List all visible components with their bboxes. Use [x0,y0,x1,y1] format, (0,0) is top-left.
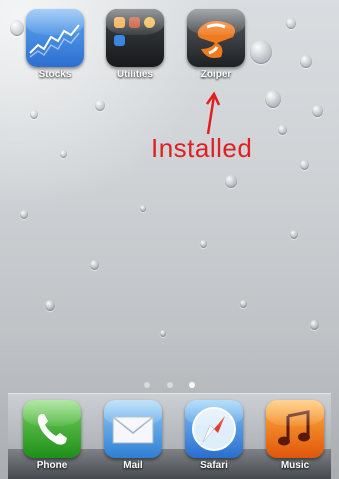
installed-annotation: Installed [151,133,253,163]
app-utilities-folder[interactable]: Utilities [104,9,166,80]
app-label: Phone [36,460,68,471]
dock-app-safari[interactable]: Safari [183,400,245,471]
music-icon [266,400,324,458]
app-label: Mail [123,460,143,471]
safari-icon [185,400,243,458]
page-dot-active [188,382,195,388]
app-stocks[interactable]: Stocks [24,9,86,80]
app-label: Safari [200,460,228,471]
dock-app-music[interactable]: Music [264,400,326,471]
home-screen: Stocks Utilities Zoiper Installed Phone … [0,0,339,479]
app-zoiper[interactable]: Zoiper [185,9,247,80]
dock-app-phone[interactable]: Phone [21,400,83,471]
zoiper-icon [187,9,245,67]
app-label: Utilities [116,69,154,80]
utilities-folder-icon [106,9,164,67]
stocks-icon [26,9,84,67]
app-label: Stocks [38,69,72,80]
app-label: Zoiper [200,69,232,80]
dock: Phone Mail Safari Music [8,393,331,479]
app-label: Music [280,460,310,471]
annotation-arrow-icon [205,91,221,135]
dock-app-mail[interactable]: Mail [102,400,164,471]
page-indicator[interactable] [0,375,339,393]
mail-icon [104,400,162,458]
page-dot [166,382,173,388]
phone-icon [23,400,81,458]
page-dot [144,382,151,388]
